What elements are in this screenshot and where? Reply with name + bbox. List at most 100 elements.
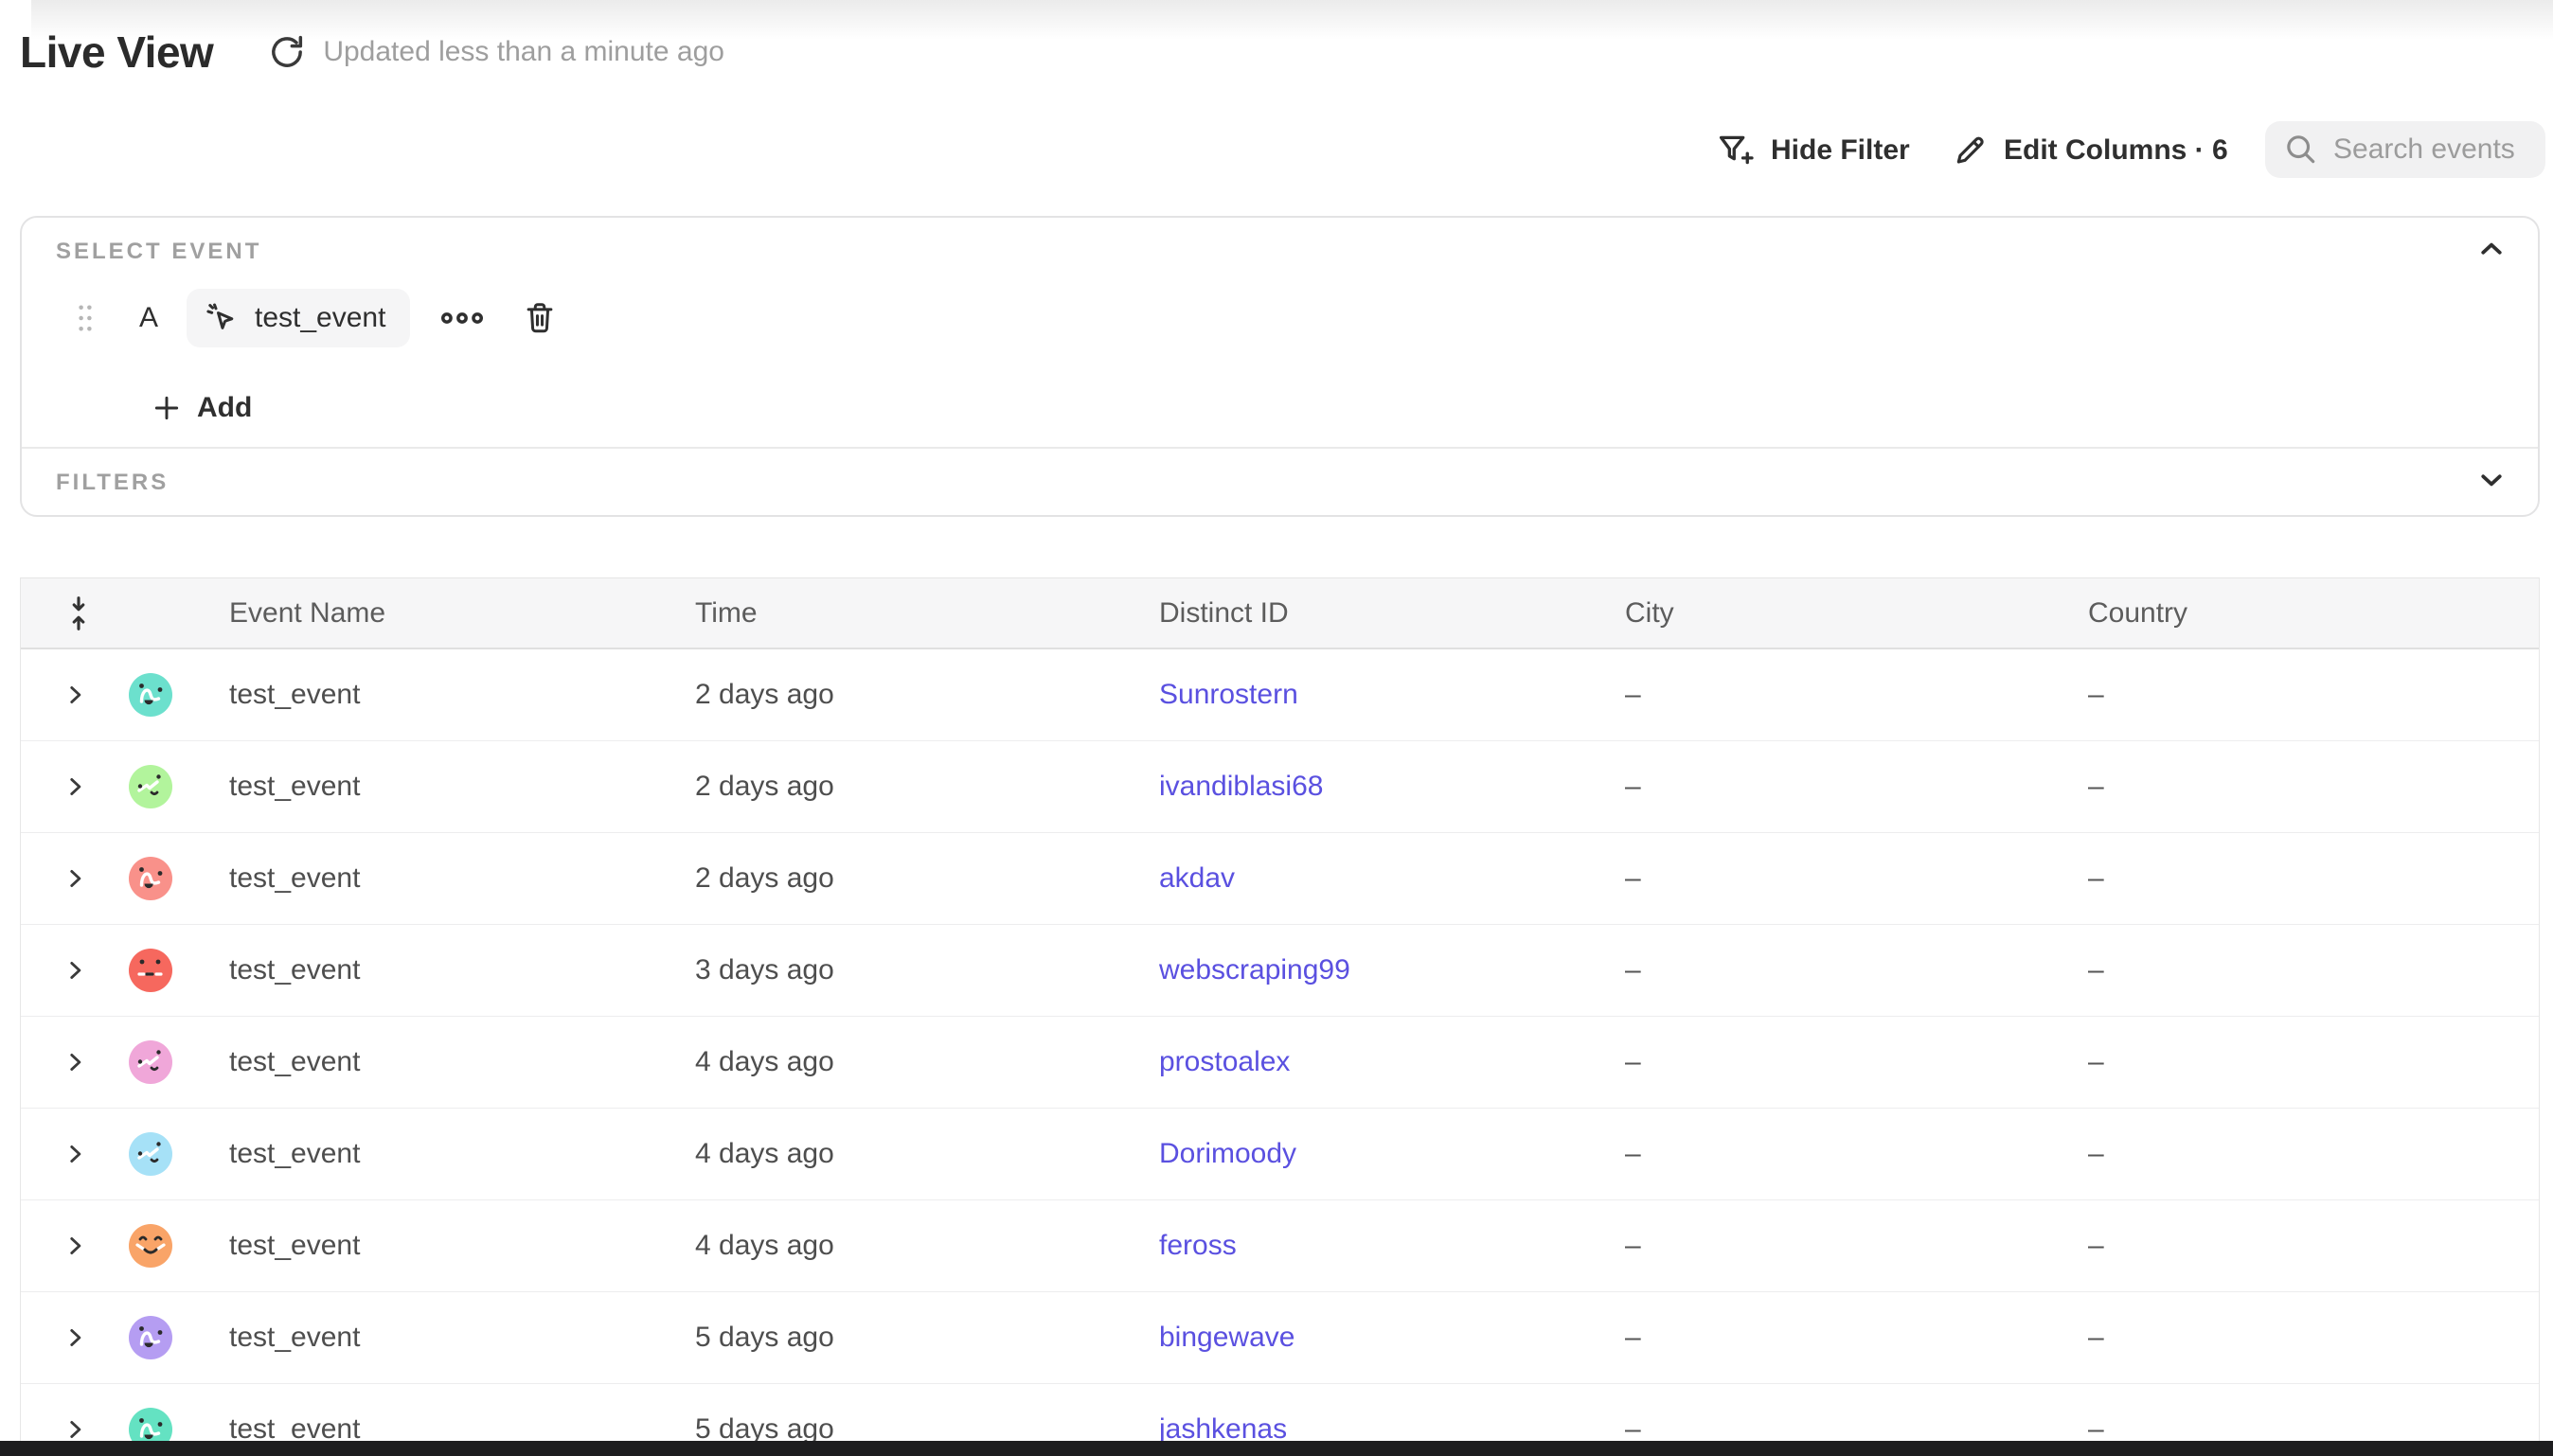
- filters-label: FILTERS: [56, 470, 169, 496]
- chevron-down-icon: [2477, 466, 2506, 494]
- distinct-id-link[interactable]: ivandiblasi68: [1159, 741, 1323, 832]
- chevron-up-icon: [2477, 235, 2506, 263]
- distinct-id-link[interactable]: Dorimoody: [1159, 1109, 1296, 1199]
- city-cell: –: [1625, 1200, 1641, 1291]
- city-cell: –: [1625, 833, 1641, 924]
- events-table: Event Name Time Distinct ID City Country…: [20, 577, 2540, 1456]
- drag-handle[interactable]: [71, 300, 99, 336]
- time-cell: 2 days ago: [695, 741, 834, 832]
- country-cell: –: [2088, 741, 2104, 832]
- collapse-rows-button[interactable]: [62, 578, 95, 648]
- event-selector-chip[interactable]: test_event: [187, 289, 410, 347]
- distinct-id-link[interactable]: feross: [1159, 1200, 1237, 1291]
- user-avatar: [129, 925, 172, 1016]
- query-builder-panel: SELECT EVENT A: [20, 216, 2540, 517]
- col-header-event-name[interactable]: Event Name: [229, 578, 385, 648]
- select-event-label: SELECT EVENT: [56, 239, 261, 265]
- page-header: Live View Updated less than a minute ago: [20, 27, 724, 78]
- user-avatar: [129, 1200, 172, 1291]
- country-cell: –: [2088, 1200, 2104, 1291]
- table-row[interactable]: test_event 2 days ago Sunrostern – –: [21, 649, 2539, 741]
- updated-timestamp: Updated less than a minute ago: [323, 36, 724, 68]
- distinct-id-link[interactable]: Sunrostern: [1159, 649, 1298, 740]
- time-cell: 2 days ago: [695, 649, 834, 740]
- user-avatar: [129, 1017, 172, 1108]
- expand-row-button[interactable]: [62, 925, 87, 1016]
- live-view-screen: Live View Updated less than a minute ago…: [0, 0, 2553, 1456]
- city-cell: –: [1625, 1292, 1641, 1383]
- country-cell: –: [2088, 925, 2104, 1016]
- city-cell: –: [1625, 649, 1641, 740]
- table-row[interactable]: test_event 4 days ago Dorimoody – –: [21, 1109, 2539, 1200]
- add-event-button[interactable]: Add: [152, 379, 252, 437]
- pencil-icon: [1951, 132, 1989, 169]
- country-cell: –: [2088, 1292, 2104, 1383]
- expand-row-button[interactable]: [62, 1109, 87, 1199]
- distinct-id-link[interactable]: bingewave: [1159, 1292, 1294, 1383]
- event-name-cell: test_event: [229, 649, 360, 740]
- event-name-cell: test_event: [229, 1017, 360, 1108]
- country-cell: –: [2088, 833, 2104, 924]
- table-header: Event Name Time Distinct ID City Country: [21, 577, 2539, 649]
- user-avatar: [129, 741, 172, 832]
- event-step-letter: A: [135, 302, 162, 334]
- city-cell: –: [1625, 741, 1641, 832]
- collapse-section-button[interactable]: [2477, 235, 2506, 263]
- add-label: Add: [197, 392, 252, 424]
- table-row[interactable]: test_event 2 days ago ivandiblasi68 – –: [21, 741, 2539, 833]
- more-options-button[interactable]: [440, 304, 484, 332]
- distinct-id-link[interactable]: akdav: [1159, 833, 1235, 924]
- event-query-row: A test_event: [22, 288, 2538, 348]
- table-row[interactable]: test_event 4 days ago feross – –: [21, 1200, 2539, 1292]
- expand-row-button[interactable]: [62, 1017, 87, 1108]
- country-cell: –: [2088, 1109, 2104, 1199]
- distinct-id-link[interactable]: webscraping99: [1159, 925, 1350, 1016]
- country-cell: –: [2088, 649, 2104, 740]
- page-title: Live View: [20, 27, 213, 78]
- search-events-box[interactable]: [2265, 121, 2545, 178]
- panel-divider: [22, 447, 2538, 449]
- bottom-window-edge: [0, 1441, 2553, 1456]
- event-name-cell: test_event: [229, 1200, 360, 1291]
- cursor-click-icon: [204, 300, 240, 336]
- expand-row-button[interactable]: [62, 1292, 87, 1383]
- user-avatar: [129, 1109, 172, 1199]
- user-avatar: [129, 649, 172, 740]
- table-row[interactable]: test_event 4 days ago prostoalex – –: [21, 1017, 2539, 1109]
- country-cell: –: [2088, 1017, 2104, 1108]
- refresh-icon: [268, 33, 306, 71]
- funnel-plus-icon: [1716, 131, 1756, 170]
- expand-row-button[interactable]: [62, 649, 87, 740]
- table-body: test_event 2 days ago Sunrostern – – tes…: [21, 649, 2539, 1456]
- col-header-country[interactable]: Country: [2088, 578, 2187, 648]
- city-cell: –: [1625, 1109, 1641, 1199]
- col-header-time[interactable]: Time: [695, 578, 758, 648]
- hide-filter-button[interactable]: Hide Filter: [1716, 121, 1910, 180]
- distinct-id-link[interactable]: prostoalex: [1159, 1017, 1290, 1108]
- time-cell: 2 days ago: [695, 833, 834, 924]
- selected-event-name: test_event: [255, 302, 385, 334]
- user-avatar: [129, 1292, 172, 1383]
- time-cell: 3 days ago: [695, 925, 834, 1016]
- expand-filters-button[interactable]: [2477, 466, 2506, 494]
- delete-event-button[interactable]: [522, 300, 558, 336]
- expand-row-button[interactable]: [62, 1200, 87, 1291]
- event-name-cell: test_event: [229, 1109, 360, 1199]
- edit-columns-label: Edit Columns · 6: [2004, 134, 2228, 167]
- table-row[interactable]: test_event 5 days ago bingewave – –: [21, 1292, 2539, 1384]
- table-row[interactable]: test_event 3 days ago webscraping99 – –: [21, 925, 2539, 1017]
- search-icon: [2282, 131, 2320, 169]
- event-name-cell: test_event: [229, 925, 360, 1016]
- col-header-distinct-id[interactable]: Distinct ID: [1159, 578, 1289, 648]
- expand-row-button[interactable]: [62, 833, 87, 924]
- expand-row-button[interactable]: [62, 741, 87, 832]
- search-events-input[interactable]: [2333, 133, 2523, 166]
- city-cell: –: [1625, 1017, 1641, 1108]
- edit-columns-button[interactable]: Edit Columns · 6: [1951, 121, 2228, 180]
- refresh-button[interactable]: [266, 31, 308, 73]
- event-name-cell: test_event: [229, 1292, 360, 1383]
- col-header-city[interactable]: City: [1625, 578, 1674, 648]
- hide-filter-label: Hide Filter: [1771, 134, 1910, 167]
- table-row[interactable]: test_event 2 days ago akdav – –: [21, 833, 2539, 925]
- time-cell: 4 days ago: [695, 1109, 834, 1199]
